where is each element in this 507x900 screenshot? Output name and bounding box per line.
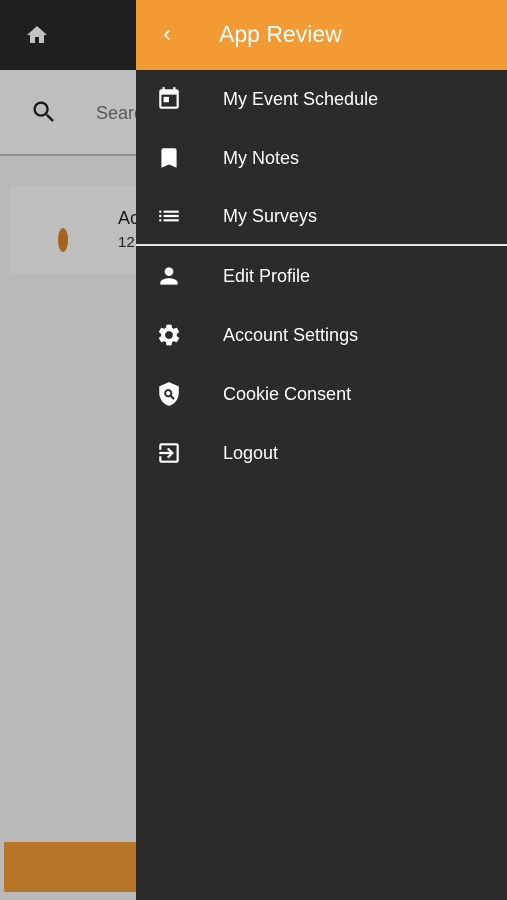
menu-item-my-event-schedule[interactable]: My Event Schedule xyxy=(136,70,507,128)
menu-item-my-notes[interactable]: My Notes xyxy=(136,129,507,187)
menu-item-label: Cookie Consent xyxy=(223,384,352,404)
drawer-title: App Review xyxy=(219,21,342,47)
menu-item-account-settings[interactable]: Account Settings xyxy=(136,306,507,364)
menu-item-label: Edit Profile xyxy=(223,266,311,286)
menu-item-label: Logout xyxy=(223,443,279,463)
back-button[interactable] xyxy=(152,20,182,50)
menu-item-label: Account Settings xyxy=(223,325,359,345)
menu-item-my-surveys[interactable]: My Surveys xyxy=(136,187,507,245)
menu-item-edit-profile[interactable]: Edit Profile xyxy=(136,247,507,305)
menu-divider xyxy=(136,244,507,246)
menu-item-label: My Surveys xyxy=(223,206,318,226)
menu-item-logout[interactable]: Logout xyxy=(136,424,507,482)
person-icon xyxy=(156,263,182,289)
list-icon xyxy=(156,203,182,229)
calendar-icon xyxy=(156,86,182,112)
menu-item-label: My Event Schedule xyxy=(223,89,379,109)
navigation-drawer: App Review My Event Schedule My Notes My… xyxy=(136,0,507,900)
gear-icon xyxy=(156,322,182,348)
menu-item-cookie-consent[interactable]: Cookie Consent xyxy=(136,365,507,423)
drawer-header: App Review xyxy=(136,0,507,70)
shield-search-icon xyxy=(156,381,182,407)
menu-item-label: My Notes xyxy=(223,148,300,168)
logout-icon xyxy=(156,440,182,466)
chevron-left-icon xyxy=(163,30,170,40)
bookmark-icon xyxy=(156,145,182,171)
